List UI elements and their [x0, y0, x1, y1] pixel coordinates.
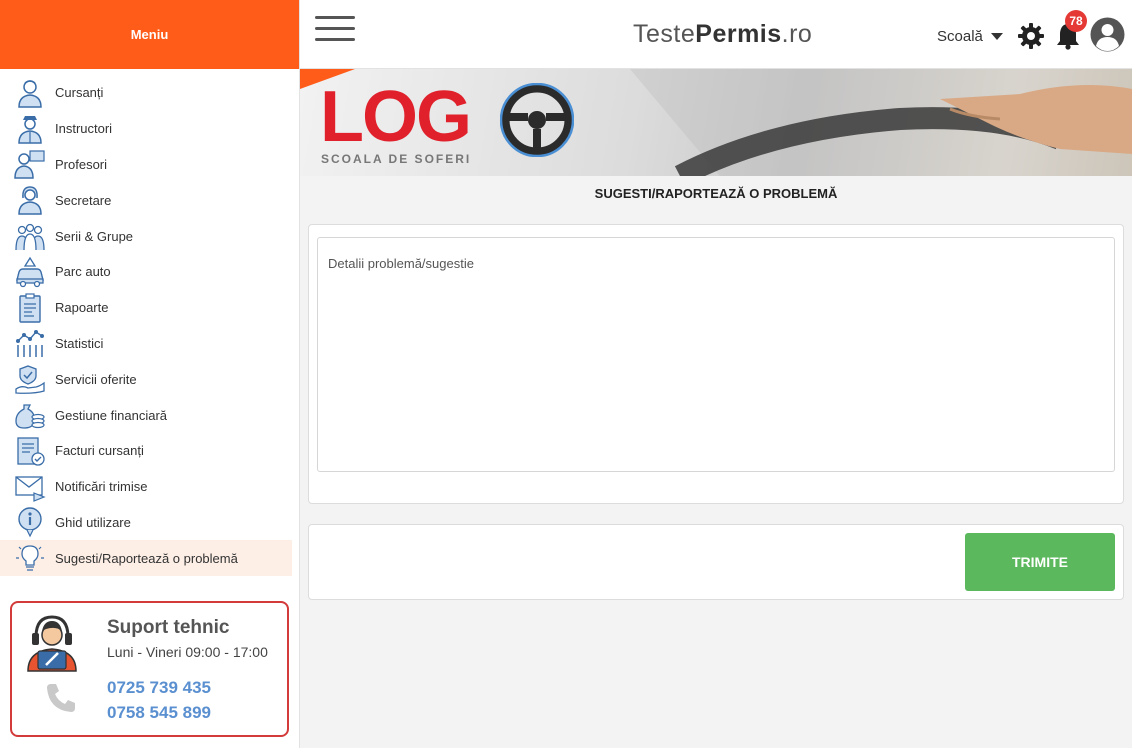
sidebar-item-cursanti[interactable]: Cursanți [0, 75, 292, 111]
sidebar-item-profesori[interactable]: Profesori [0, 147, 292, 183]
sidebar: Meniu Cursanți Instructori Profesori Sec… [0, 0, 300, 748]
sidebar-title: Meniu [0, 0, 299, 69]
brand-logo[interactable]: TestePermis.ro [633, 20, 812, 49]
sidebar-item-label: Cursanți [55, 85, 104, 101]
hamburger-menu-icon[interactable] [315, 16, 355, 44]
sidebar-item-label: Ghid utilizare [55, 514, 131, 530]
suggestion-form-card [308, 224, 1124, 504]
sidebar-item-serii-grupe[interactable]: Serii & Grupe [0, 218, 292, 254]
support-phone-link[interactable]: 0725 739 435 [107, 678, 211, 698]
page-title: SUGESTI/RAPORTEAZĂ O PROBLEMĂ [594, 186, 838, 201]
suggestion-textarea[interactable] [317, 237, 1115, 472]
school-banner: LOG SCOALA DE SOFERI [300, 69, 1132, 176]
user-avatar-icon[interactable] [1090, 17, 1125, 52]
banner-logo-text: LOG [320, 77, 472, 157]
sidebar-item-servicii[interactable]: Servicii oferite [0, 361, 292, 397]
notification-mail-icon [14, 471, 46, 503]
finance-icon [14, 399, 46, 431]
sidebar-item-label: Facturi cursanți [55, 443, 144, 459]
sidebar-item-instructori[interactable]: Instructori [0, 111, 292, 147]
invoice-icon [14, 435, 46, 467]
brand-bold: Permis [695, 20, 782, 48]
sidebar-item-label: Notificări trimise [55, 479, 148, 495]
school-dropdown[interactable]: Scoală [937, 28, 1003, 45]
app-root: Meniu Cursanți Instructori Profesori Sec… [0, 0, 1132, 748]
suggestion-icon [14, 542, 46, 574]
steering-wheel-icon [500, 83, 574, 157]
secretary-icon [14, 184, 46, 216]
school-dropdown-label: Scoală [937, 28, 983, 45]
brand-light: Teste [633, 20, 696, 48]
report-icon [14, 292, 46, 324]
support-hours: Luni - Vineri 09:00 - 17:00 [107, 644, 268, 660]
gear-icon[interactable] [1017, 22, 1045, 50]
sidebar-item-label: Serii & Grupe [55, 228, 134, 244]
sidebar-item-facturi[interactable]: Facturi cursanți [0, 433, 292, 469]
sidebar-item-parc-auto[interactable]: Parc auto [0, 254, 292, 290]
banner-tagline: SCOALA DE SOFERI [321, 152, 472, 166]
sidebar-item-label: Servicii oferite [55, 371, 137, 387]
sidebar-item-label: Gestiune financiară [55, 407, 168, 423]
sidebar-item-label: Profesori [55, 156, 108, 172]
support-box: Suport tehnic Luni - Vineri 09:00 - 17:0… [10, 601, 289, 737]
notification-badge: 78 [1065, 10, 1087, 32]
sidebar-item-label: Parc auto [55, 264, 111, 280]
support-agent-icon [24, 613, 80, 673]
groups-icon [14, 220, 46, 252]
support-phone-link[interactable]: 0758 545 899 [107, 703, 211, 723]
sidebar-item-sugestii[interactable]: Sugesti/Raportează o problemă [0, 540, 292, 577]
top-bar: TestePermis.ro Scoală 78 [300, 0, 1132, 69]
guide-icon [14, 506, 46, 538]
sidebar-item-label: Statistici [55, 335, 104, 351]
services-icon [14, 363, 46, 395]
car-icon [14, 256, 46, 288]
brand-suffix: .ro [781, 20, 813, 48]
teacher-icon [14, 148, 46, 180]
caret-down-icon [990, 33, 1003, 40]
student-icon [14, 77, 46, 109]
sidebar-item-rapoarte[interactable]: Rapoarte [0, 290, 292, 326]
support-title: Suport tehnic [107, 617, 230, 638]
submit-button[interactable]: TRIMITE [965, 533, 1115, 591]
sidebar-item-statistici[interactable]: Statistici [0, 326, 292, 362]
sidebar-item-label: Rapoarte [55, 300, 109, 316]
menu-list: Cursanți Instructori Profesori Secretare [0, 69, 299, 577]
phone-icon [44, 681, 78, 715]
sidebar-item-label: Instructori [55, 121, 113, 137]
instructor-icon [14, 113, 46, 145]
statistics-icon [14, 327, 46, 359]
sidebar-item-gestiune[interactable]: Gestiune financiară [0, 397, 292, 433]
sidebar-item-notificari[interactable]: Notificări trimise [0, 469, 292, 505]
submit-card: TRIMITE [308, 524, 1124, 600]
sidebar-item-ghid[interactable]: Ghid utilizare [0, 505, 292, 541]
sidebar-item-secretare[interactable]: Secretare [0, 182, 292, 218]
sidebar-item-label: Secretare [55, 192, 112, 208]
sidebar-item-label: Sugesti/Raportează o problemă [55, 550, 238, 566]
